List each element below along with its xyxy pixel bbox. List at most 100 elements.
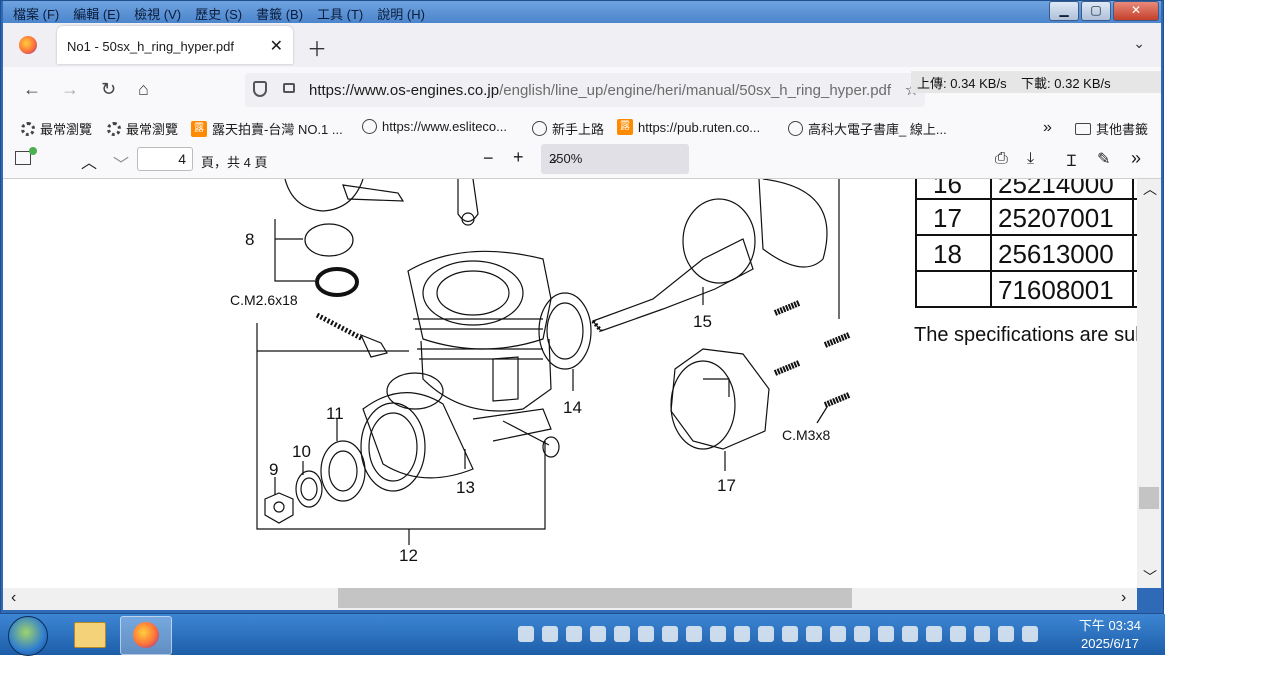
tray-app-icon[interactable] (758, 626, 774, 642)
part-label-12: 12 (399, 546, 418, 565)
vertical-scrollbar[interactable]: ︿ ﹀ (1137, 179, 1161, 588)
rear-cover (670, 348, 770, 450)
tray-app-icon[interactable] (614, 626, 630, 642)
reload-icon[interactable]: ↻ (101, 79, 116, 100)
menu-edit[interactable]: 編輯 (E) (73, 4, 120, 23)
tray-app-icon[interactable] (590, 626, 606, 642)
bookmark-item[interactable]: 最常瀏覽 (21, 119, 92, 138)
bookmark-label: 其他書籤 (1096, 122, 1149, 137)
tray-app-icon[interactable] (662, 626, 678, 642)
tray-app-icon[interactable] (854, 626, 870, 642)
crankcase-shape (362, 392, 474, 479)
menu-help[interactable]: 說明 (H) (377, 4, 425, 23)
scroll-right-chevron-icon[interactable]: › (1121, 589, 1126, 607)
keyboard-icon[interactable] (518, 626, 534, 642)
bookmarks-toolbar: 最常瀏覽 最常瀏覽 露露天拍賣-台灣 NO.1 ... https://www.… (3, 111, 1161, 143)
firefox-icon[interactable] (19, 36, 37, 54)
taskbar-firefox[interactable] (120, 616, 172, 655)
zoom-out-icon[interactable]: − (483, 148, 494, 169)
pdf-toolbar: ︿ ﹀ 4 頁，共 4 頁 − + 250% ⌄ ⎙ ⤓ Ɪ ✎ » (3, 142, 1161, 179)
print-icon[interactable]: ⎙ (995, 150, 1008, 168)
clock-date: 2025/6/17 (1081, 636, 1139, 651)
horizontal-scrollbar[interactable]: ‹ › (3, 588, 1137, 610)
lock-icon[interactable] (283, 83, 295, 93)
next-page-chevron-icon[interactable]: ﹀ (113, 151, 129, 175)
bookmark-item[interactable]: 露 https://pub.ruten.co... (617, 119, 760, 135)
folder-icon (1075, 122, 1091, 135)
globe-icon (788, 121, 803, 136)
zoom-in-icon[interactable]: + (513, 147, 524, 168)
download-icon[interactable]: ⤓ (1027, 150, 1034, 168)
tray-app-icon[interactable] (782, 626, 798, 642)
tray-app-icon[interactable] (638, 626, 654, 642)
shield-icon[interactable] (253, 81, 267, 97)
tray-app-icon[interactable] (926, 626, 942, 642)
scroll-left-chevron-icon[interactable]: ‹ (11, 589, 16, 607)
tray-app-icon[interactable] (902, 626, 918, 642)
text-cursor-icon[interactable]: Ɪ (1067, 149, 1076, 171)
taskbar-file-explorer[interactable] (64, 616, 114, 653)
minimize-button[interactable]: ▁ (1049, 1, 1079, 21)
tray-app-icon[interactable] (734, 626, 750, 642)
pdf-page-view[interactable]: 8 C.M2.6x18 9 10 11 12 13 14 15 17 C.M3x… (3, 179, 1137, 588)
other-bookmarks-folder[interactable]: 其他書籤 (1075, 119, 1148, 138)
maximize-button[interactable]: ▢ (1081, 1, 1111, 21)
tray-app-icon[interactable] (566, 626, 582, 642)
part-label-15: 15 (693, 312, 712, 331)
tab-strip: No1 - 50sx_h_ring_hyper.pdf ✕ ＋ ⌄ (3, 23, 1161, 67)
close-window-button[interactable]: ✕ (1113, 1, 1159, 21)
tray-app-icon[interactable] (710, 626, 726, 642)
o-ring-thin (304, 223, 354, 257)
scroll-down-chevron-icon[interactable]: ﹀ (1143, 567, 1157, 587)
horizontal-scroll-thumb[interactable] (338, 588, 852, 608)
action-center-flag-icon[interactable] (1022, 626, 1038, 642)
vertical-scroll-thumb[interactable] (1139, 487, 1159, 509)
volume-icon[interactable] (974, 626, 990, 642)
menu-bookmarks[interactable]: 書籤 (B) (256, 4, 303, 23)
menu-view[interactable]: 檢視 (V) (134, 4, 181, 23)
more-bookmarks-chevron-icon[interactable]: » (1043, 119, 1052, 137)
tray-app-icon[interactable] (878, 626, 894, 642)
more-tools-chevron-icon[interactable]: » (1131, 148, 1141, 169)
url-text[interactable]: https://www.os-engines.co.jp/english/lin… (309, 82, 899, 99)
tab-close-icon[interactable]: ✕ (270, 36, 283, 56)
tray-app-icon[interactable] (686, 626, 702, 642)
tray-app-icon[interactable] (806, 626, 822, 642)
globe-icon (532, 121, 547, 136)
screw-label-cm26x18: C.M2.6x18 (230, 292, 298, 308)
scroll-up-chevron-icon[interactable]: ︿ (1143, 179, 1157, 199)
tab-pdf[interactable]: No1 - 50sx_h_ring_hyper.pdf ✕ (57, 26, 293, 64)
zoom-select[interactable]: 250% ⌄ (541, 144, 689, 174)
part-label-9: 9 (269, 460, 278, 479)
url-host: https://www.os-engines.co.jp (309, 82, 500, 99)
new-tab-plus-icon[interactable]: ＋ (307, 33, 327, 62)
start-button-windows-icon[interactable] (8, 616, 48, 656)
bookmark-item[interactable]: 新手上路 (532, 119, 604, 138)
forward-arrow-icon[interactable]: → (61, 79, 79, 100)
page-number-input[interactable]: 4 (137, 147, 193, 171)
url-bar[interactable]: https://www.os-engines.co.jp/english/lin… (245, 73, 925, 107)
network-icon[interactable] (998, 626, 1014, 642)
notification-dot-icon (29, 147, 37, 155)
clock-time: 下午 03:34 (1078, 618, 1141, 633)
bookmark-item[interactable]: 露露天拍賣-台灣 NO.1 ... (191, 119, 343, 138)
menu-file[interactable]: 檔案 (F) (13, 4, 59, 23)
home-icon[interactable]: ⌂ (138, 79, 149, 100)
bookmark-item[interactable]: 最常瀏覽 (107, 119, 178, 138)
tray-app-icon[interactable] (950, 626, 966, 642)
help-icon[interactable] (542, 626, 558, 642)
gear-icon (107, 121, 121, 136)
crankshaft (592, 238, 754, 332)
bookmark-item[interactable]: 高科大電子書庫_ 線上... (788, 119, 947, 138)
ruten-icon: 露 (617, 119, 633, 135)
tray-app-icon[interactable] (830, 626, 846, 642)
back-arrow-icon[interactable]: ← (23, 79, 41, 100)
list-all-tabs-chevron-icon[interactable]: ⌄ (1133, 35, 1145, 52)
previous-page-chevron-icon[interactable]: ︿ (81, 149, 97, 173)
bookmark-item[interactable]: https://www.esliteco... (362, 119, 507, 134)
menu-history[interactable]: 歷史 (S) (195, 4, 242, 23)
menu-tools[interactable]: 工具 (T) (317, 4, 363, 23)
taskbar-clock[interactable]: 下午 03:34 2025/6/17 (1079, 617, 1141, 653)
draw-pen-icon[interactable]: ✎ (1097, 149, 1110, 169)
table-cell-no: 17 (933, 203, 962, 233)
